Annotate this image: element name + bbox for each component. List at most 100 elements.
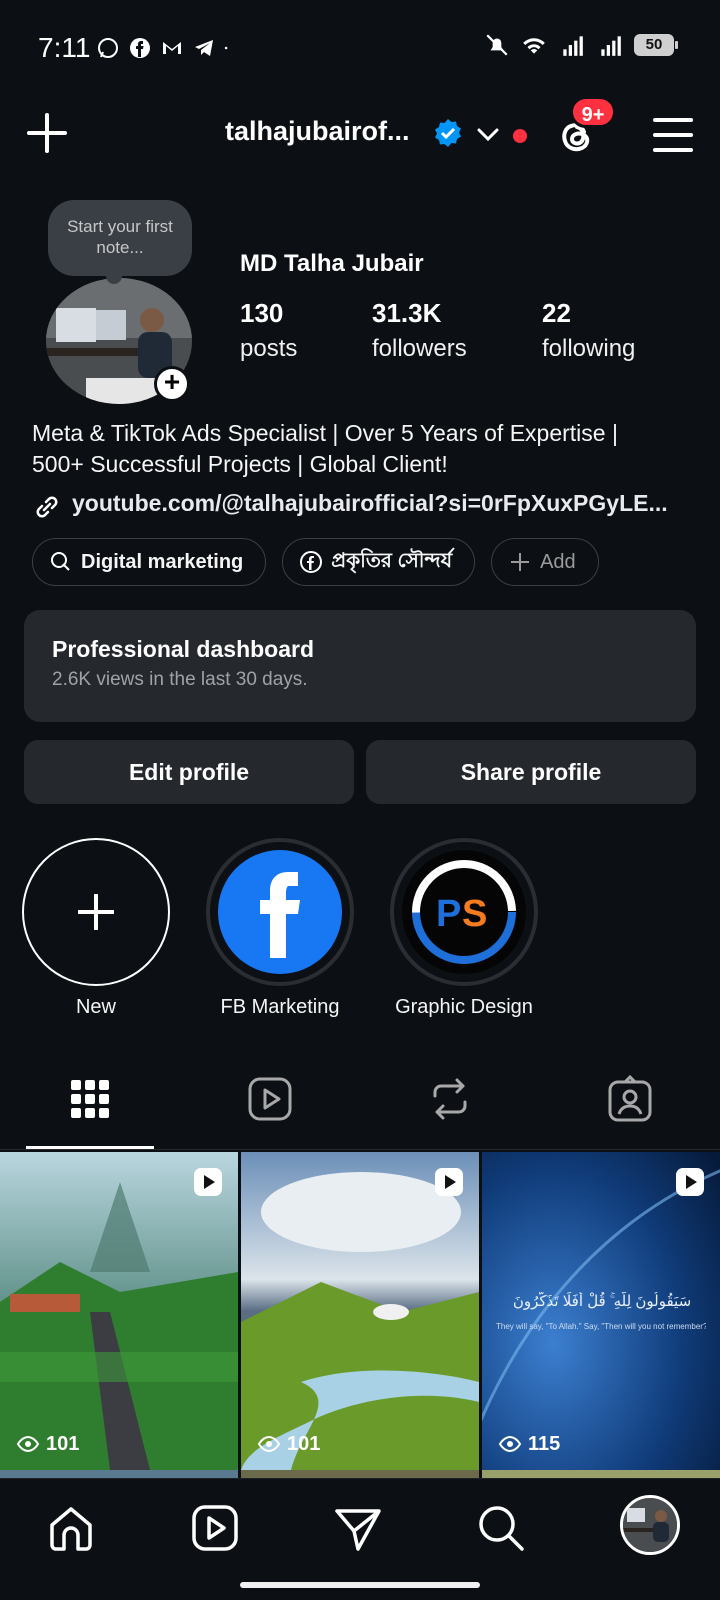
bell-off-icon <box>486 34 508 56</box>
system-home-indicator[interactable] <box>240 1582 480 1588</box>
reels-nav-icon[interactable] <box>190 1503 240 1553</box>
stat-posts[interactable]: 130 posts <box>240 298 297 363</box>
reposts-icon[interactable] <box>425 1074 475 1124</box>
svg-text:S: S <box>462 893 487 935</box>
new-highlight-ring <box>22 838 170 986</box>
menu-icon[interactable] <box>652 114 694 156</box>
status-bar: 7:11 50 <box>0 0 720 94</box>
chevron-down-icon[interactable] <box>476 123 500 147</box>
eye-icon <box>498 1435 522 1453</box>
signal-g-icon <box>563 36 583 56</box>
stat-posts-label: posts <box>240 335 298 362</box>
active-tab-indicator <box>26 1146 154 1149</box>
status-app-icons <box>96 36 234 60</box>
next-row-preview <box>0 1470 720 1478</box>
profile-avatar[interactable]: + <box>46 278 192 404</box>
post-thumbnail[interactable]: سَيَقُولُونَ لِلَّهِ ۚ قُلْ أَفَلَا تَذَ… <box>482 1152 720 1470</box>
highlight-label: Graphic Design <box>395 996 533 1018</box>
grid-icon[interactable] <box>65 1074 115 1124</box>
posts-grid: 101 101 سَيَقُولُونَ لِلَّهِ ۚ قُلْ أَفَ… <box>0 1152 720 1470</box>
chip-label: Add <box>540 550 576 573</box>
facebook-icon <box>300 551 323 573</box>
gmail-icon <box>163 42 181 54</box>
chip-digital-marketing[interactable]: Digital marketing <box>32 538 267 586</box>
highlight-ring: PS <box>390 838 538 986</box>
tagged-icon[interactable] <box>605 1074 655 1124</box>
view-count: 101 <box>257 1432 320 1456</box>
svg-text:P: P <box>436 893 461 935</box>
post-thumbnail[interactable]: 101 <box>241 1152 479 1470</box>
post-image <box>241 1152 479 1470</box>
battery-indicator: 50 <box>634 34 678 56</box>
bio-line-1: Meta & TikTok Ads Specialist | Over 5 Ye… <box>32 420 618 446</box>
highlight-label: FB Marketing <box>220 996 340 1018</box>
profile-full-name: MD Talha Jubair <box>240 250 424 277</box>
profile-header: talhajubairof... 9+ <box>0 94 720 186</box>
facebook-logo-icon <box>218 850 342 974</box>
profile-bio: Meta & TikTok Ads Specialist | Over 5 Ye… <box>32 418 692 480</box>
reels-icon[interactable] <box>245 1074 295 1124</box>
add-story-plus-icon[interactable]: + <box>154 366 190 402</box>
profile-tabs <box>0 1062 720 1150</box>
profile-actions: Edit profile Share profile <box>24 740 696 804</box>
notification-badge: 9+ <box>570 96 616 128</box>
ps-logo-icon: PS <box>402 850 526 974</box>
notification-dot <box>513 129 527 143</box>
view-count-value: 101 <box>46 1432 80 1455</box>
dot-icon <box>224 46 228 50</box>
view-count-value: 101 <box>287 1432 321 1455</box>
edit-profile-button[interactable]: Edit profile <box>24 740 354 804</box>
highlight-graphic-design[interactable]: PS Graphic Design <box>384 838 544 1019</box>
post-image <box>482 1152 720 1470</box>
status-system-icons: 50 <box>484 32 678 58</box>
stat-followers[interactable]: 31.3K followers <box>372 298 467 363</box>
stat-following-label: following <box>542 335 636 362</box>
home-icon[interactable] <box>46 1503 96 1553</box>
whatsapp-icon <box>98 38 118 58</box>
chip-add[interactable]: Add <box>491 538 599 586</box>
reel-badge-icon <box>435 1168 463 1196</box>
direct-message-icon[interactable] <box>333 1503 383 1553</box>
chip-facebook-page[interactable]: প্রকৃতির সৌন্দর্য <box>282 538 476 586</box>
highlight-new[interactable]: New <box>16 838 176 1019</box>
post-overlay-english: They will say, "To Allah." Say, "Then wi… <box>496 1322 706 1331</box>
professional-dashboard[interactable]: Professional dashboard 2.6K views in the… <box>24 610 696 722</box>
eye-icon <box>16 1435 40 1453</box>
stat-following-value: 22 <box>542 298 571 328</box>
dashboard-title: Professional dashboard <box>52 636 315 662</box>
share-profile-button[interactable]: Share profile <box>366 740 696 804</box>
plus-icon <box>78 894 114 930</box>
highlight-ring <box>206 838 354 986</box>
telegram-icon <box>195 40 213 56</box>
post-image <box>0 1152 238 1470</box>
header-username[interactable]: talhajubairof... <box>225 116 415 147</box>
facebook-status-icon <box>130 38 150 58</box>
stat-followers-value: 31.3K <box>372 298 442 328</box>
profile-nav-avatar[interactable] <box>620 1495 680 1555</box>
chip-label: প্রকৃতির সৌন্দর্য <box>331 549 453 572</box>
highlight-fb-marketing[interactable]: FB Marketing <box>200 838 360 1019</box>
view-count: 115 <box>498 1432 560 1456</box>
dashboard-subtitle: 2.6K views in the last 30 days. <box>52 669 308 690</box>
wifi-icon <box>523 38 545 54</box>
note-bubble[interactable]: Start your first note... <box>48 200 192 284</box>
signal-4g-icon <box>601 36 621 56</box>
bio-link[interactable]: youtube.com/@talhajubairofficial?si=0rFp… <box>32 490 692 517</box>
stat-followers-label: followers <box>372 335 467 362</box>
reel-badge-icon <box>676 1168 704 1196</box>
status-time: 7:11 <box>38 32 91 63</box>
post-overlay-arabic: سَيَقُولُونَ لِلَّهِ ۚ قُلْ أَفَلَا تَذَ… <box>512 1293 692 1310</box>
profile-chips: Digital marketing প্রকৃতির সৌন্দর্য Add <box>32 538 599 586</box>
post-thumbnail[interactable]: 101 <box>0 1152 238 1470</box>
reel-badge-icon <box>194 1168 222 1196</box>
search-icon[interactable] <box>476 1503 526 1553</box>
highlight-label: New <box>75 996 116 1018</box>
create-plus-icon[interactable] <box>26 112 68 154</box>
chat-icon <box>51 552 70 571</box>
view-count-value: 115 <box>528 1432 561 1455</box>
bio-line-2: 500+ Successful Projects | Global Client… <box>32 451 448 477</box>
eye-icon <box>257 1435 281 1453</box>
stat-following[interactable]: 22 following <box>542 298 635 363</box>
view-count: 101 <box>16 1432 79 1456</box>
chip-label: Digital marketing <box>81 550 244 573</box>
